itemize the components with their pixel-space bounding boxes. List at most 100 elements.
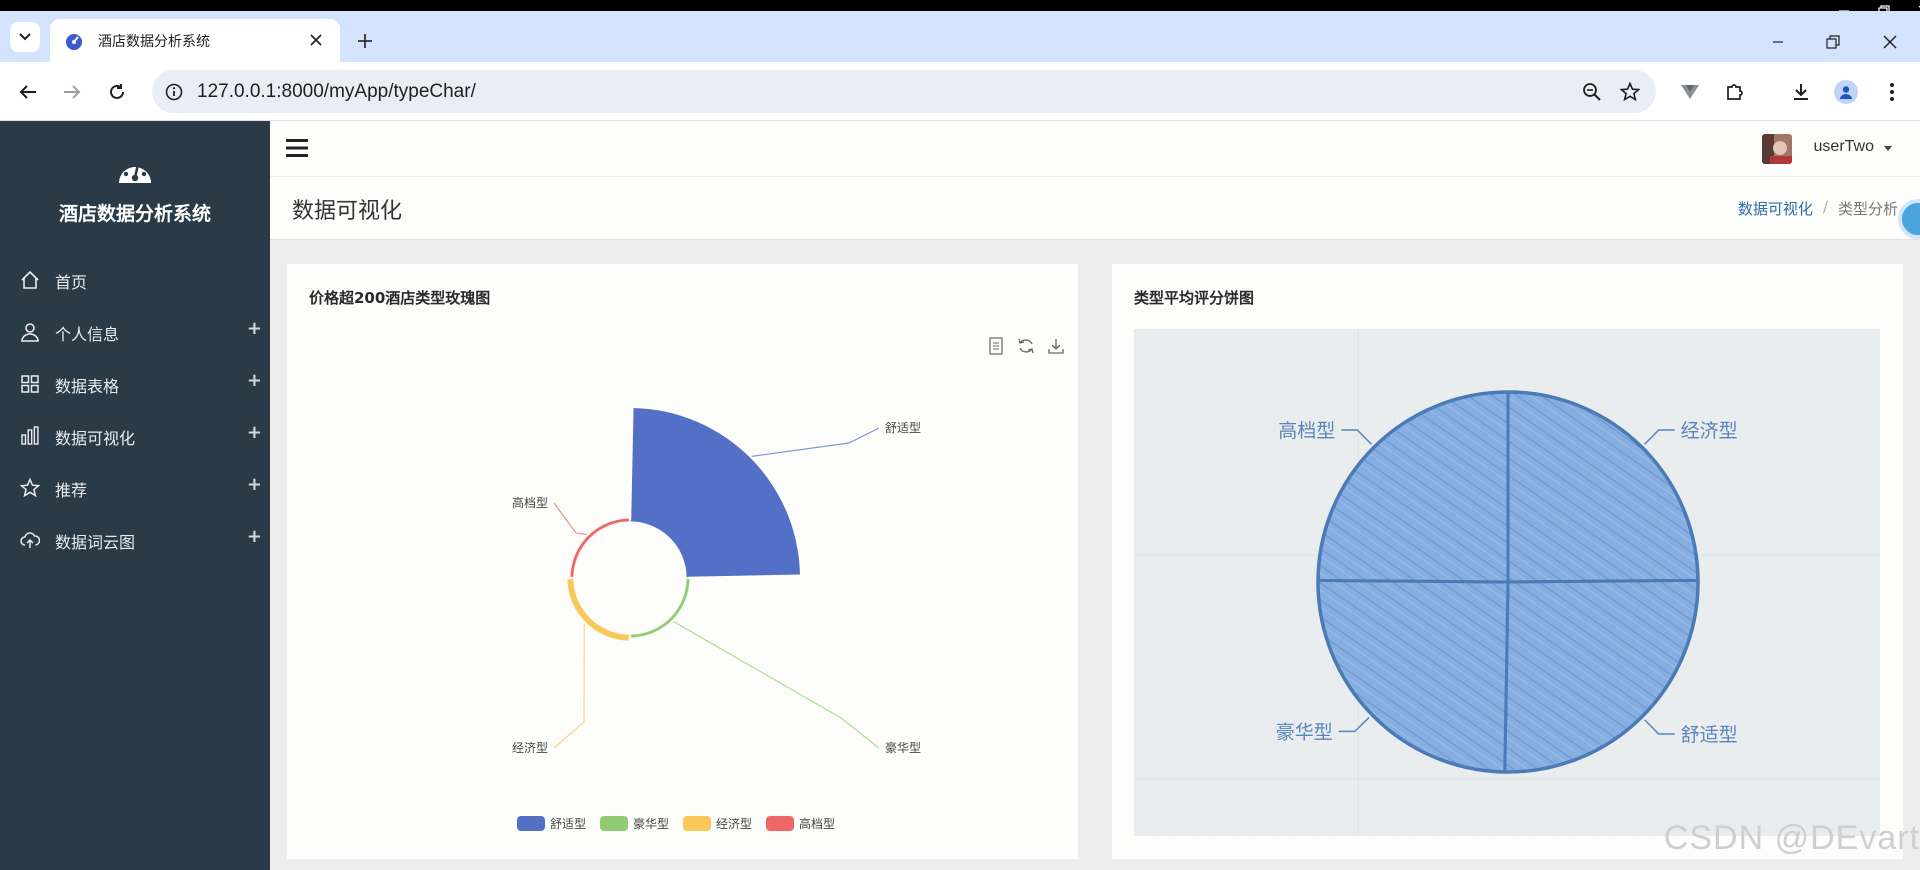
page-title: 数据可视化: [292, 199, 403, 224]
avatar[interactable]: [1762, 134, 1792, 164]
page-header: 数据可视化 数据可视化 / 类型分析: [270, 177, 1920, 240]
sidebar-item-data-table[interactable]: 数据表格 +: [0, 362, 270, 406]
expand-plus-icon[interactable]: +: [247, 422, 262, 443]
breadcrumb-separator: /: [1822, 198, 1828, 216]
bar-chart-icon: [20, 426, 40, 446]
legend-item-premium[interactable]: 高档型: [766, 815, 835, 832]
new-tab-button[interactable]: [352, 28, 378, 54]
star-icon: [20, 478, 40, 498]
rose-label-line: [751, 427, 880, 457]
pie-chart-area: 经济型 舒适型 豪华型 高档型: [1134, 329, 1880, 836]
tab-title: 酒店数据分析系统: [98, 33, 210, 50]
hamburger-menu-icon[interactable]: [286, 138, 308, 158]
rose-chart-svg: 舒适型豪华型 经济型 高档型: [512, 408, 921, 755]
address-bar[interactable]: 127.0.0.1:8000/myApp/typeChar/: [152, 70, 1656, 113]
pie-label-economy: 经济型: [1681, 420, 1738, 442]
sidebar-item-label: 首页: [55, 273, 88, 292]
user-dropdown-caret-icon[interactable]: [1884, 146, 1892, 151]
rose-label-premium: 高档型: [512, 495, 548, 510]
breadcrumb-link[interactable]: 数据可视化: [1738, 198, 1813, 219]
legend-swatch: [600, 816, 629, 831]
rose-slice-premium[interactable]: [570, 518, 629, 577]
download-icon[interactable]: [1785, 76, 1817, 108]
legend-label: 豪华型: [633, 817, 670, 831]
site-info-icon[interactable]: [162, 80, 186, 104]
brand-title: 酒店数据分析系统: [58, 203, 211, 225]
back-icon[interactable]: [12, 76, 44, 108]
pie-label-comfort: 舒适型: [1681, 724, 1738, 746]
watermark: CSDN @DEvart: [1663, 819, 1920, 857]
rose-slice-luxury[interactable]: [631, 579, 690, 638]
grid-icon: [20, 374, 40, 394]
cloud-upload-icon: [20, 530, 40, 550]
active-tab[interactable]: 酒店数据分析系统: [50, 19, 340, 62]
sidebar: 酒店数据分析系统 首页 个人信息 + 数据表格 + 数据可视化 + 推荐 + 数…: [0, 121, 270, 870]
tab-restore-icon[interactable]: [1813, 22, 1853, 62]
rose-chart-card: 价格超200酒店类型玫瑰图 舒适型 豪华型 经济型 高档型 舒适型 豪华型 经济…: [287, 264, 1078, 859]
card-title: 类型平均评分饼图: [1134, 289, 1255, 307]
tab-bar: 酒店数据分析系统: [0, 11, 1920, 62]
breadcrumb-current: 类型分析: [1837, 200, 1898, 218]
close-tab-icon[interactable]: [306, 30, 326, 50]
tab-minimize-icon[interactable]: [1758, 22, 1798, 62]
rose-label-line: [553, 502, 587, 536]
legend-label: 高档型: [799, 817, 836, 831]
zoom-icon[interactable]: [1580, 80, 1604, 104]
pie-chart-svg: 经济型舒适型 豪华型 高档型: [1134, 329, 1880, 836]
extensions-icon[interactable]: [1719, 76, 1751, 108]
dashboard-favicon-icon: [66, 33, 82, 50]
pie-chart-card: 类型平均评分饼图 经济型 舒适型 豪华型 高档型: [1112, 264, 1903, 859]
home-icon: [20, 270, 40, 290]
dashboard-logo-icon: [119, 163, 151, 183]
sidebar-item-label: 数据表格: [55, 377, 120, 396]
sidebar-item-visualization[interactable]: 数据可视化 +: [0, 414, 270, 458]
profile-icon[interactable]: [1830, 76, 1862, 108]
chevron-down-icon: [19, 33, 31, 41]
rose-label-line: [553, 623, 585, 749]
rose-slice-comfort[interactable]: [631, 408, 800, 577]
sidebar-item-wordcloud[interactable]: 数据词云图 +: [0, 518, 270, 562]
expand-plus-icon[interactable]: +: [247, 526, 262, 547]
legend-swatch: [683, 816, 712, 831]
legend-label: 经济型: [716, 817, 753, 831]
sidebar-item-label: 数据可视化: [55, 429, 136, 448]
expand-plus-icon[interactable]: +: [247, 318, 262, 339]
rose-slice-outline: [571, 519, 630, 578]
sidebar-item-label: 推荐: [55, 481, 88, 500]
expand-plus-icon[interactable]: +: [247, 370, 262, 391]
sidebar-item-home[interactable]: 首页: [0, 258, 270, 302]
rose-label-line: [673, 620, 880, 749]
rose-slice-outline: [630, 578, 689, 637]
vue-devtools-icon[interactable]: [1674, 76, 1706, 108]
tab-search-button[interactable]: [10, 22, 40, 52]
legend-item-economy[interactable]: 经济型: [683, 815, 752, 832]
app-header: userTwo: [270, 121, 1920, 177]
floating-action-button[interactable]: [1898, 199, 1920, 239]
legend-label: 舒适型: [550, 817, 587, 831]
rose-label-economy: 经济型: [512, 740, 548, 755]
bookmark-star-icon[interactable]: [1618, 80, 1642, 104]
legend-swatch: [517, 816, 545, 831]
browser-menu-icon[interactable]: [1876, 76, 1908, 108]
legend-item-comfort[interactable]: 舒适型: [517, 815, 586, 832]
forward-icon[interactable]: [56, 76, 88, 108]
reload-icon[interactable]: [101, 76, 133, 108]
tab-close-window-icon[interactable]: [1870, 22, 1910, 62]
rose-label-luxury: 豪华型: [885, 740, 921, 755]
sidebar-item-profile[interactable]: 个人信息 +: [0, 310, 270, 354]
plus-icon: [358, 34, 372, 48]
breadcrumb: 数据可视化 / 类型分析: [1738, 198, 1898, 219]
url-text[interactable]: 127.0.0.1:8000/myApp/typeChar/: [197, 81, 476, 103]
rose-slice-economy[interactable]: [567, 579, 629, 641]
legend-item-luxury[interactable]: 豪华型: [600, 815, 669, 832]
user-name[interactable]: userTwo: [1814, 138, 1874, 156]
rose-slice-outline: [571, 578, 630, 637]
sidebar-item-label: 个人信息: [55, 325, 120, 344]
pie-label-premium: 高档型: [1278, 420, 1335, 442]
browser-toolbar: 127.0.0.1:8000/myApp/typeChar/: [0, 62, 1920, 121]
rose-label-comfort: 舒适型: [885, 421, 921, 435]
legend-swatch: [766, 816, 795, 831]
expand-plus-icon[interactable]: +: [247, 474, 262, 495]
user-icon: [20, 322, 40, 342]
sidebar-item-recommend[interactable]: 推荐 +: [0, 466, 270, 510]
